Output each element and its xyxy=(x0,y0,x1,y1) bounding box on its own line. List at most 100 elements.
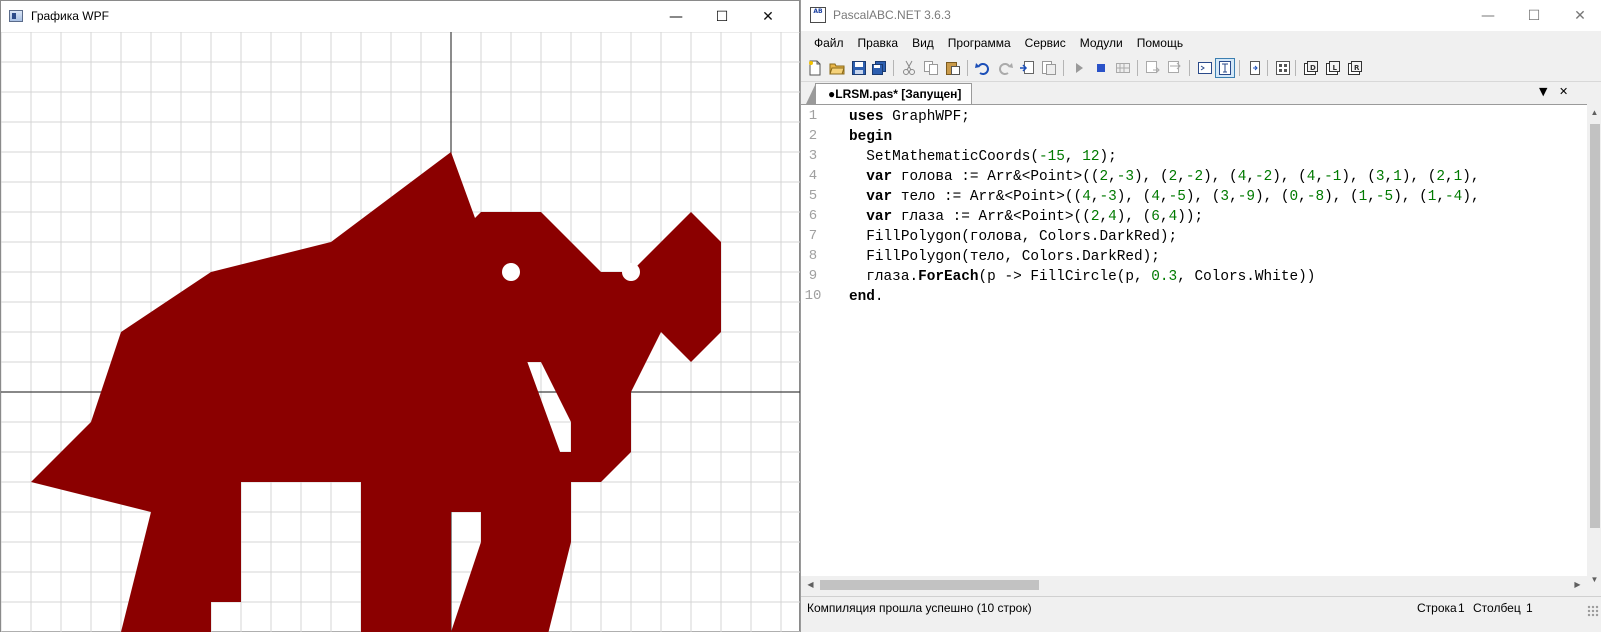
toolbar-separator xyxy=(1239,60,1240,76)
undo-button[interactable] xyxy=(973,58,993,78)
code-line[interactable]: end. xyxy=(849,287,884,307)
output-window-button[interactable] xyxy=(1195,58,1215,78)
menu-view[interactable]: Вид xyxy=(905,36,941,50)
code-line[interactable]: SetMathematicCoords(-15, 12); xyxy=(849,147,1117,167)
code-keyword: end xyxy=(849,289,875,305)
pascalabc-logo-icon: AB xyxy=(810,7,826,23)
wpf-titlebar[interactable]: Графика WPF — ☐ ✕ xyxy=(1,1,799,32)
step-over-button[interactable] xyxy=(1165,58,1185,78)
code-keyword: var xyxy=(866,189,893,205)
ide-minimize-button[interactable]: — xyxy=(1465,0,1511,31)
code-text: ), ( xyxy=(1254,189,1290,205)
wpf-minimize-button[interactable]: — xyxy=(653,1,699,32)
document-tab-strip: ●LRSM.pas* [Запущен] ▼ ✕ xyxy=(801,82,1601,104)
replace-button[interactable] xyxy=(1039,58,1059,78)
scroll-right-arrow-icon[interactable]: ▶ xyxy=(1570,576,1585,593)
code-line[interactable]: FillPolygon(тело, Colors.DarkRed); xyxy=(849,247,1160,267)
new-file-button[interactable] xyxy=(805,58,825,78)
code-number: -4 xyxy=(1445,189,1463,205)
wpf-maximize-button[interactable]: ☐ xyxy=(699,1,745,32)
save-all-button[interactable] xyxy=(869,58,889,78)
help-l-button[interactable]: L xyxy=(1323,58,1343,78)
scroll-down-arrow-icon[interactable]: ▼ xyxy=(1587,571,1601,588)
scroll-left-arrow-icon[interactable]: ◀ xyxy=(803,576,818,593)
code-number: 12 xyxy=(1082,149,1100,165)
tab-lrsm-pas[interactable]: ●LRSM.pas* [Запущен] xyxy=(805,83,973,104)
form-designer-button[interactable] xyxy=(1273,58,1293,78)
code-text: ), ( xyxy=(1272,169,1307,185)
code-number: -1 xyxy=(1324,169,1342,185)
menu-bar: Файл Правка Вид Программа Сервис Модули … xyxy=(801,31,1601,54)
resize-grip-icon[interactable] xyxy=(1587,605,1599,617)
tab-close-button[interactable]: ✕ xyxy=(1559,85,1568,98)
menu-help[interactable]: Помощь xyxy=(1130,36,1190,50)
stop-button[interactable] xyxy=(1091,58,1111,78)
vertical-scrollbar[interactable]: ▲ ▼ xyxy=(1587,104,1601,588)
code-number: -2 xyxy=(1185,169,1204,185)
help-r-button[interactable]: R xyxy=(1345,58,1365,78)
code-text: , xyxy=(1436,189,1446,205)
scrollbar-corner xyxy=(1587,588,1601,593)
menu-service[interactable]: Сервис xyxy=(1018,36,1073,50)
find-document-icon xyxy=(1020,61,1034,74)
compile-button[interactable] xyxy=(1113,58,1133,78)
line-number: 1 xyxy=(808,108,818,124)
menu-modules[interactable]: Модули xyxy=(1073,36,1130,50)
menu-program[interactable]: Программа xyxy=(941,36,1018,50)
pascalabc-ide-window: AB PascalABC.NET 3.6.3 — ☐ ✕ Файл Правка… xyxy=(800,0,1601,632)
step-into-button[interactable] xyxy=(1143,58,1163,78)
code-text: , xyxy=(1298,189,1307,205)
open-file-button[interactable] xyxy=(827,58,847,78)
scroll-up-arrow-icon[interactable]: ▲ xyxy=(1587,104,1601,121)
code-text: , xyxy=(1108,169,1117,185)
line-number-gutter: 1 2 3 4 5 6 7 8 9 10 xyxy=(801,105,841,588)
help-d-button[interactable]: D xyxy=(1301,58,1321,78)
horizontal-scroll-thumb[interactable] xyxy=(820,580,1039,590)
undo-arrow-icon xyxy=(975,63,989,75)
navigate-document-icon xyxy=(1250,61,1260,75)
menu-edit[interactable]: Правка xyxy=(851,36,906,50)
code-number: 4 xyxy=(1082,189,1091,205)
code-text: ), ( xyxy=(1341,169,1376,185)
code-editor[interactable]: 1 2 3 4 5 6 7 8 9 10 uses GraphWPF; begin SetMathe… xyxy=(801,104,1587,588)
step-over-icon xyxy=(1168,61,1181,73)
window-app-icon xyxy=(9,10,23,22)
drawing-canvas xyxy=(1,32,801,632)
navigate-button[interactable] xyxy=(1245,58,1265,78)
find-button[interactable] xyxy=(1017,58,1037,78)
code-line[interactable]: var глаза := Arr&<Point>((2,4), (6,4)); xyxy=(849,207,1203,227)
code-line[interactable]: глаза.ForEach(p -> FillCircle(p, 0.3, Co… xyxy=(849,267,1315,287)
redo-button[interactable] xyxy=(995,58,1015,78)
code-line[interactable]: begin xyxy=(849,127,892,147)
code-text: , xyxy=(1099,209,1109,225)
paste-button[interactable] xyxy=(943,58,963,78)
code-text: )); xyxy=(1177,209,1204,225)
cut-button[interactable] xyxy=(899,58,919,78)
tab-list-dropdown-button[interactable]: ▼ xyxy=(1539,85,1547,98)
code-line[interactable]: var голова := Arr&<Point>((2,-3), (2,-2)… xyxy=(849,167,1479,187)
menu-file[interactable]: Файл xyxy=(807,36,851,50)
code-number: 6 xyxy=(1151,209,1160,225)
svg-text:D: D xyxy=(1310,64,1316,72)
run-button[interactable] xyxy=(1069,58,1089,78)
ide-maximize-button[interactable]: ☐ xyxy=(1511,0,1557,31)
code-line[interactable]: uses GraphWPF; xyxy=(849,107,970,127)
ide-titlebar[interactable]: AB PascalABC.NET 3.6.3 — ☐ ✕ xyxy=(801,0,1601,31)
code-number: -3 xyxy=(1099,189,1117,205)
code-text: . xyxy=(874,289,884,305)
horizontal-scrollbar[interactable]: ◀ ▶ xyxy=(801,576,1587,593)
code-keyword: ForEach xyxy=(918,269,979,285)
code-line[interactable]: var тело := Arr&<Point>((4,-3), (4,-5), … xyxy=(849,187,1479,207)
vertical-scroll-thumb[interactable] xyxy=(1590,124,1600,528)
save-button[interactable] xyxy=(849,58,869,78)
ide-close-button[interactable]: ✕ xyxy=(1557,0,1601,31)
wpf-close-button[interactable]: ✕ xyxy=(745,1,791,32)
code-line[interactable]: FillPolygon(голова, Colors.DarkRed); xyxy=(849,227,1177,247)
code-number: 1 xyxy=(1393,169,1402,185)
toolbar-separator xyxy=(1137,60,1138,76)
copy-button[interactable] xyxy=(921,58,941,78)
code-text: глаза := Arr&<Point>(( xyxy=(892,209,1091,225)
code-format-button[interactable] xyxy=(1215,58,1235,78)
wpf-window-title: Графика WPF xyxy=(31,9,109,23)
